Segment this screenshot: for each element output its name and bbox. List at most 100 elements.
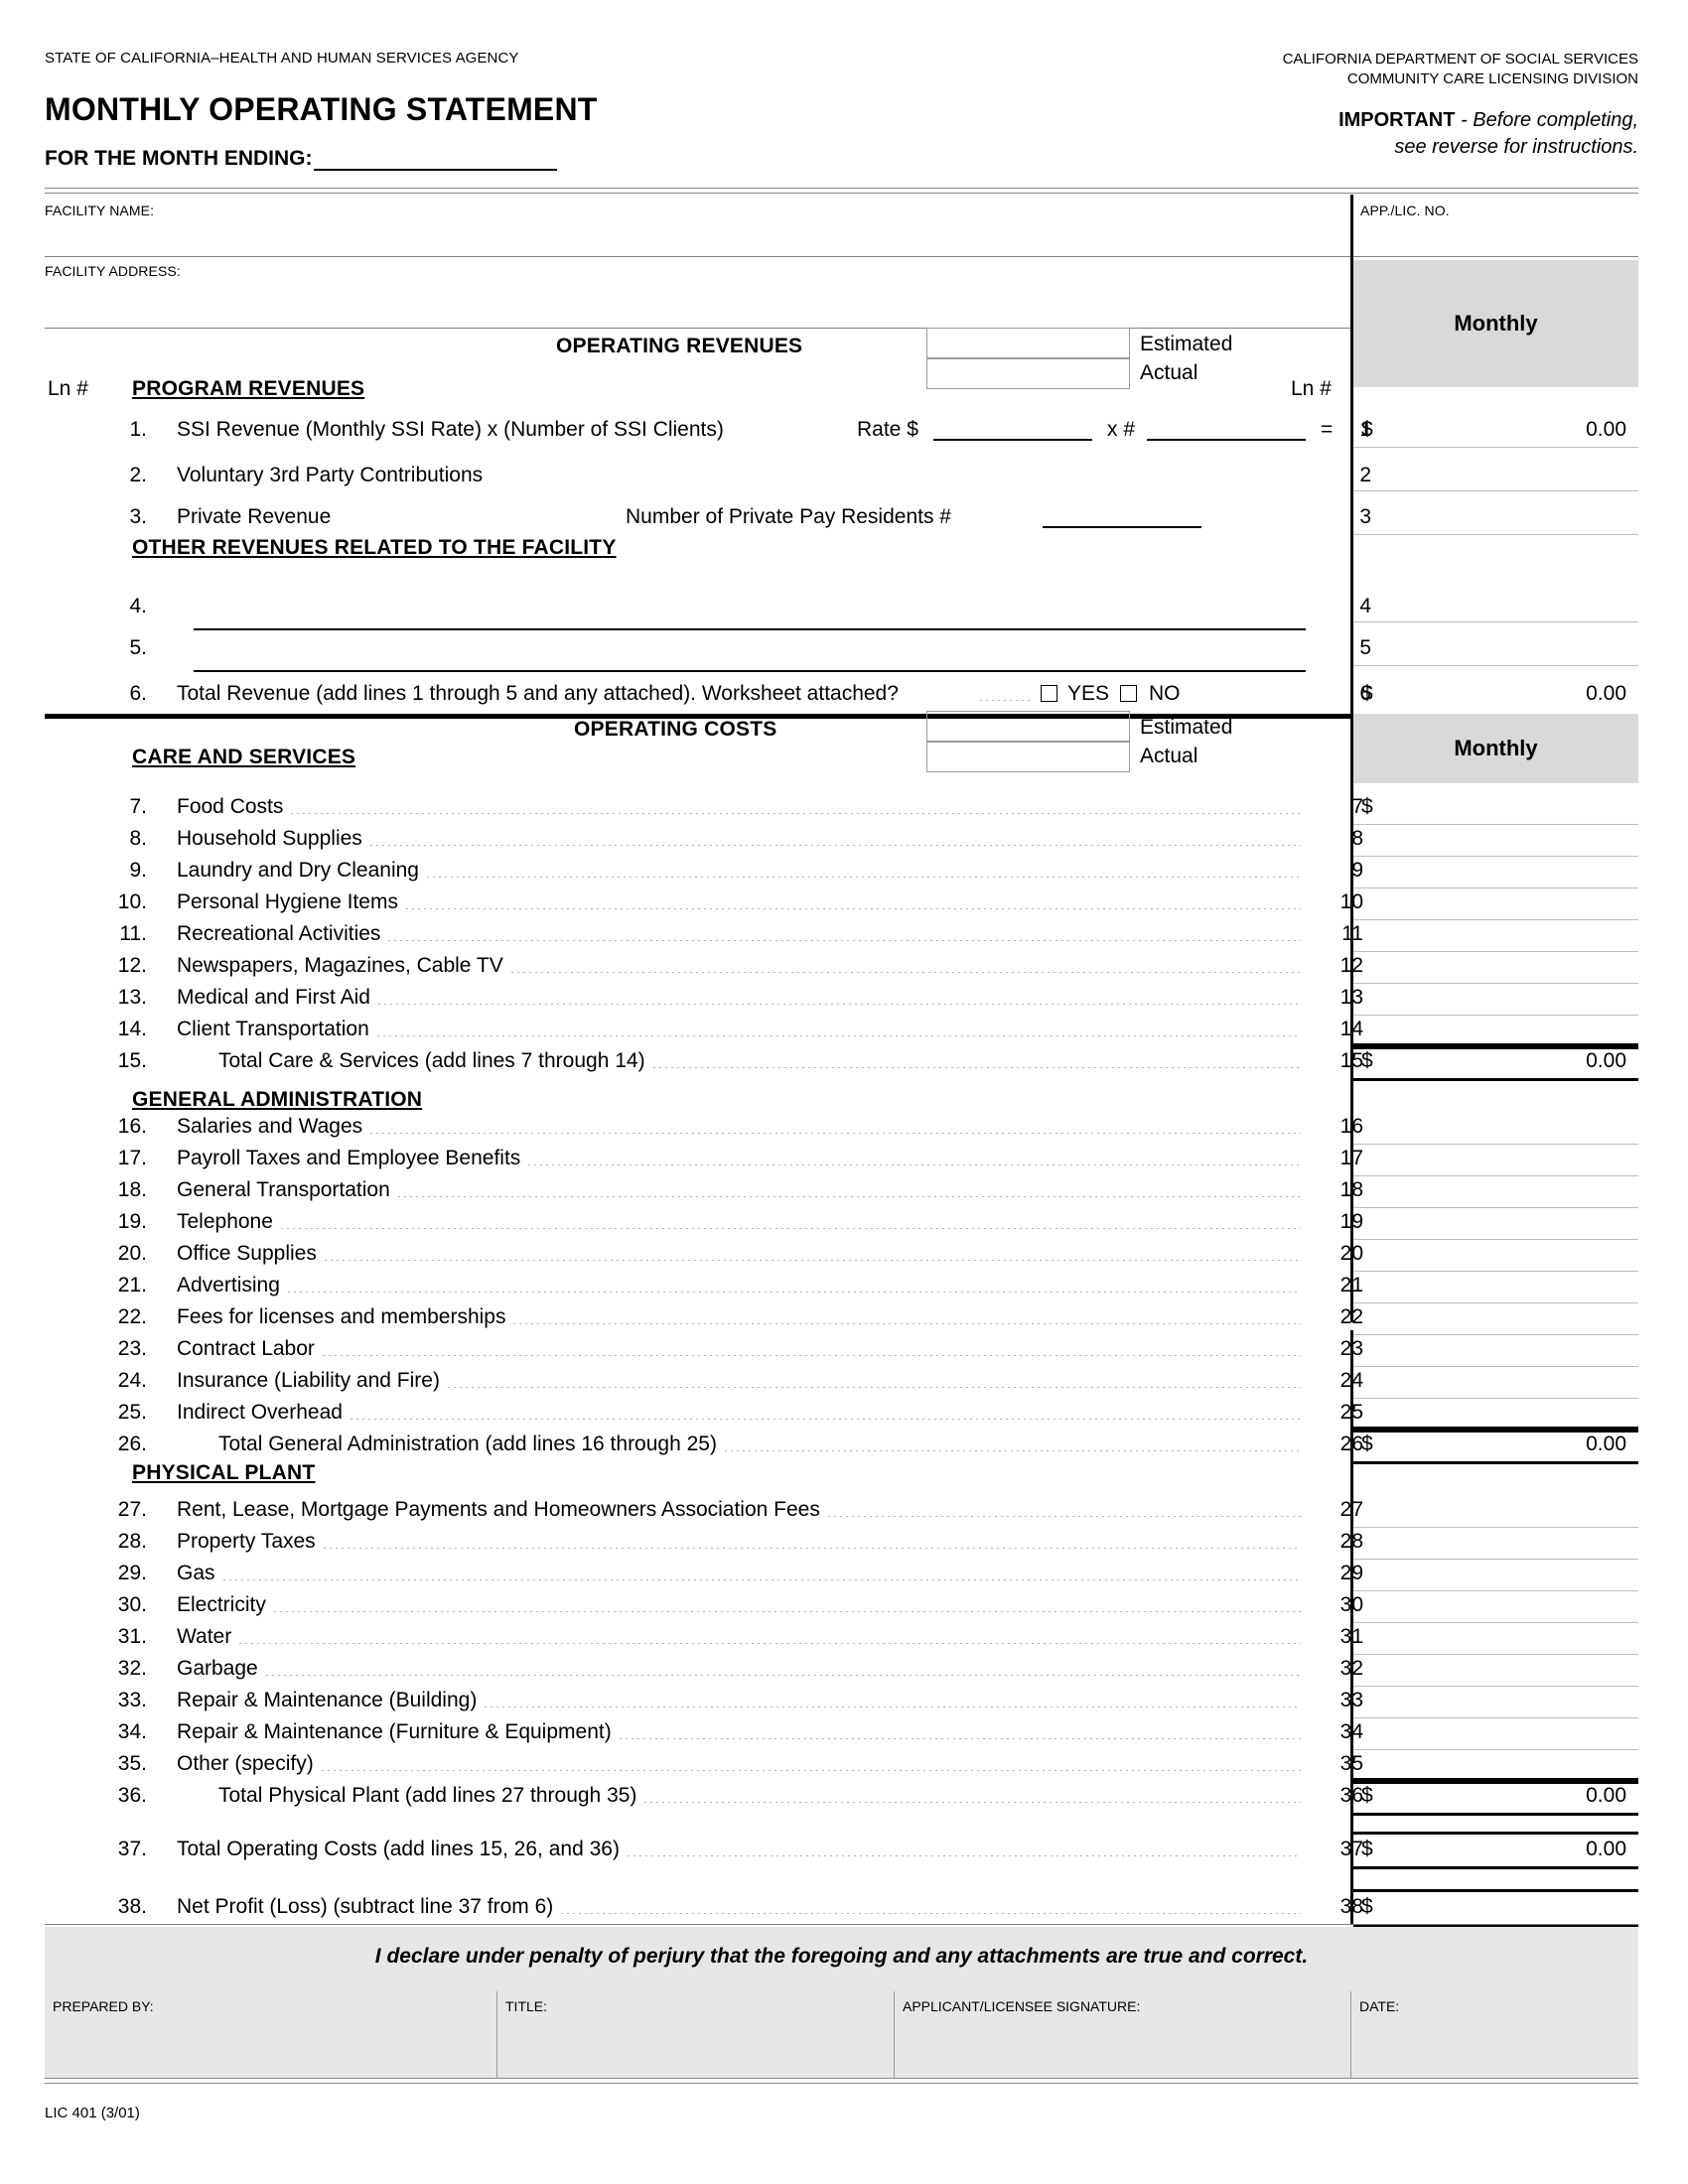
amount-cell-5[interactable]	[1353, 633, 1638, 665]
amount-rule-top-15	[1353, 1043, 1638, 1046]
line-label-29: Gas	[177, 1562, 215, 1584]
worksheet-yes-checkbox[interactable]	[1041, 685, 1057, 702]
leader-28	[322, 1548, 1301, 1549]
amount-cell-19[interactable]	[1353, 1207, 1638, 1239]
amount-cell-17[interactable]	[1353, 1144, 1638, 1175]
leader-15	[651, 1067, 1301, 1068]
general-administration-heading: GENERAL ADMINISTRATION	[132, 1088, 423, 1111]
month-ending-input[interactable]	[314, 149, 558, 171]
line-number-34: 34.	[117, 1720, 147, 1743]
amount-cell-24[interactable]	[1353, 1366, 1638, 1398]
declaration-top-rule	[45, 1924, 1638, 1925]
amount-cell-14[interactable]	[1353, 1015, 1638, 1046]
amount-cell-36[interactable]: $0.00	[1353, 1781, 1638, 1813]
amount-cell-35[interactable]	[1353, 1749, 1638, 1781]
dollar-sign-37: $	[1361, 1838, 1373, 1860]
date-label: DATE:	[1359, 1998, 1400, 2014]
important-bold-word: IMPORTANT	[1338, 109, 1456, 131]
leader-10	[404, 908, 1301, 909]
amount-cell-13[interactable]	[1353, 983, 1638, 1015]
amount-cell-38[interactable]: $	[1353, 1892, 1638, 1924]
ssi-clients-input[interactable]	[1147, 420, 1306, 441]
amount-cell-3[interactable]	[1353, 502, 1638, 534]
dollar-sign-36: $	[1361, 1784, 1373, 1807]
amount-cell-7[interactable]: $	[1353, 792, 1638, 824]
other-revenue-input-4[interactable]	[194, 610, 1306, 630]
private-pay-residents-input[interactable]	[1043, 507, 1201, 528]
amount-rule-top-37	[1353, 1832, 1638, 1835]
form-code: LIC 401 (3/01)	[45, 2105, 140, 2121]
worksheet-no-checkbox[interactable]	[1120, 685, 1137, 702]
line-number-28: 28.	[117, 1530, 147, 1553]
costs-estimated-checkbox[interactable]	[926, 711, 1130, 742]
ssi-rate-input[interactable]	[933, 420, 1092, 441]
amount-value-36: 0.00	[1586, 1784, 1626, 1807]
ln-label-left-revenues: Ln #	[48, 377, 88, 400]
amount-cell-20[interactable]	[1353, 1239, 1638, 1271]
amount-cell-21[interactable]	[1353, 1271, 1638, 1302]
amount-cell-18[interactable]	[1353, 1175, 1638, 1207]
amount-cell-34[interactable]	[1353, 1717, 1638, 1749]
amount-cell-15[interactable]: $0.00	[1353, 1046, 1638, 1078]
line-number-2: 2.	[129, 464, 147, 486]
amount-rule-3	[1353, 534, 1638, 535]
line-number-4: 4.	[129, 595, 147, 617]
leader-30	[272, 1611, 1301, 1612]
signature-cell[interactable]: APPLICANT/LICENSEE SIGNATURE:	[894, 1991, 1350, 2078]
amount-cell-11[interactable]	[1353, 919, 1638, 951]
amount-cell-10[interactable]	[1353, 887, 1638, 919]
amount-cell-2[interactable]	[1353, 459, 1638, 490]
other-revenue-input-5[interactable]	[194, 651, 1306, 672]
amount-cell-22[interactable]	[1353, 1302, 1638, 1334]
amount-cell-12[interactable]	[1353, 951, 1638, 983]
line-label-14: Client Transportation	[177, 1018, 369, 1040]
title-cell[interactable]: TITLE:	[496, 1991, 894, 2078]
line-number-10: 10.	[117, 890, 147, 913]
revenues-estimated-checkbox[interactable]	[926, 328, 1130, 358]
leader-20	[323, 1260, 1301, 1261]
amount-cell-32[interactable]	[1353, 1654, 1638, 1686]
line-number-22: 22.	[117, 1305, 147, 1328]
amount-cell-8[interactable]	[1353, 824, 1638, 856]
amount-cell-4[interactable]	[1353, 590, 1638, 621]
dollar-sign-15: $	[1361, 1049, 1373, 1072]
amount-cell-23[interactable]	[1353, 1334, 1638, 1366]
costs-actual-label: Actual	[1140, 745, 1198, 767]
important-rest: - Before completing,	[1455, 109, 1638, 131]
leader-35	[320, 1770, 1301, 1771]
amount-cell-27[interactable]	[1353, 1495, 1638, 1527]
dollar-sign-6: $	[1361, 682, 1373, 705]
line-label-26: Total General Administration (add lines …	[218, 1433, 717, 1455]
amount-cell-37[interactable]: $0.00	[1353, 1835, 1638, 1866]
revenues-actual-checkbox[interactable]	[926, 358, 1130, 389]
line-label-9: Laundry and Dry Cleaning	[177, 859, 419, 882]
leader-22	[511, 1323, 1301, 1324]
costs-actual-checkbox[interactable]	[926, 742, 1130, 772]
amount-cell-25[interactable]	[1353, 1398, 1638, 1430]
amount-cell-26[interactable]: $0.00	[1353, 1430, 1638, 1461]
line-number-31: 31.	[117, 1625, 147, 1648]
amount-cell-9[interactable]	[1353, 856, 1638, 887]
amount-cell-33[interactable]	[1353, 1686, 1638, 1717]
amount-cell-1[interactable]: $ 0.00	[1353, 415, 1638, 447]
amount-cell-31[interactable]	[1353, 1622, 1638, 1654]
amount-cell-30[interactable]	[1353, 1590, 1638, 1622]
dollar-sign-7: $	[1361, 795, 1373, 818]
amount-cell-6[interactable]: $ 0.00	[1353, 679, 1638, 711]
amount-cell-16[interactable]	[1353, 1112, 1638, 1144]
month-ending-label: FOR THE MONTH ENDING:	[45, 147, 313, 170]
amount-cell-28[interactable]	[1353, 1527, 1638, 1559]
revenues-actual-label: Actual	[1140, 361, 1198, 384]
line-label-30: Electricity	[177, 1593, 266, 1616]
line-number-19: 19.	[117, 1210, 147, 1233]
amount-cell-29[interactable]	[1353, 1559, 1638, 1590]
prepared-by-cell[interactable]: PREPARED BY:	[45, 1991, 496, 2078]
leader-7	[289, 813, 1301, 814]
care-and-services-heading: CARE AND SERVICES	[132, 746, 356, 768]
line-label-27: Rent, Lease, Mortgage Payments and Homeo…	[177, 1498, 820, 1521]
leader-24	[446, 1387, 1301, 1388]
worksheet-yes-label: YES	[1067, 682, 1110, 705]
date-cell[interactable]: DATE:	[1350, 1991, 1638, 2078]
line-number-17: 17.	[117, 1147, 147, 1169]
line-label-16: Salaries and Wages	[177, 1115, 363, 1138]
